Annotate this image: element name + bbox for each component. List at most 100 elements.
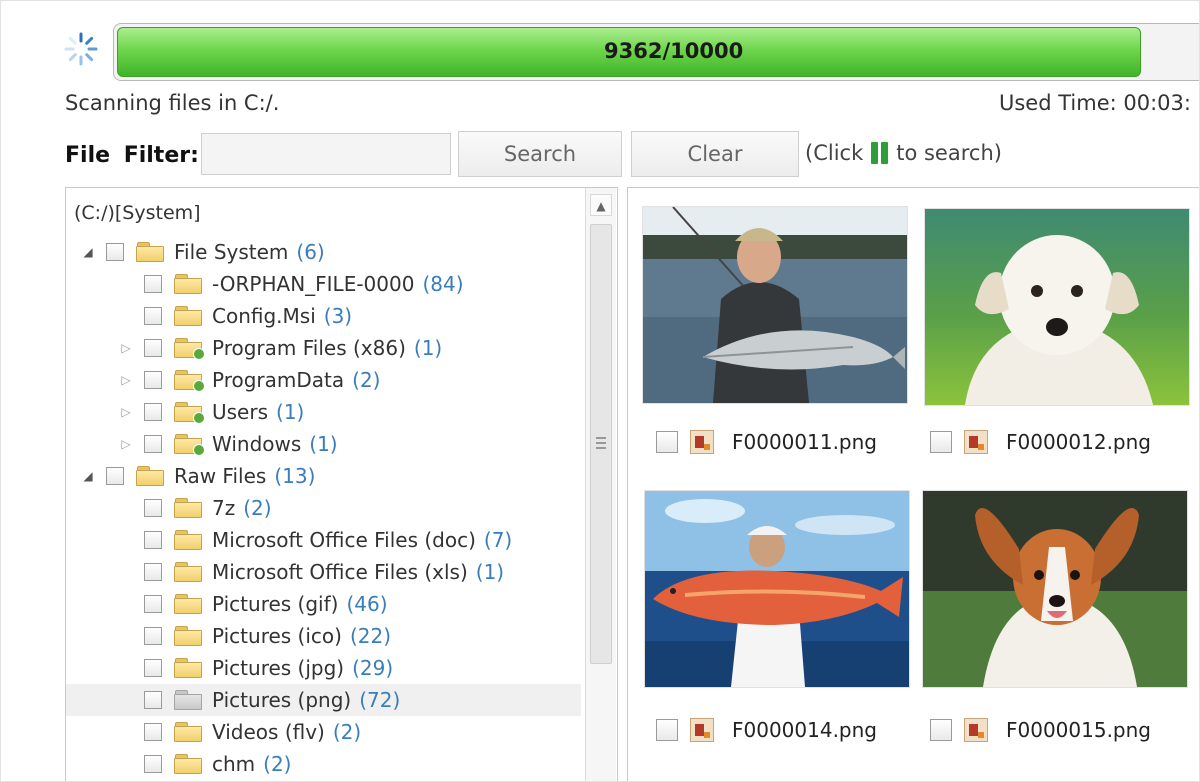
- scan-status-text: Scanning files in C:/.: [65, 91, 280, 115]
- collapsed-arrow-icon[interactable]: ▷: [116, 437, 136, 451]
- thumbnail-fisherman-holding-fish[interactable]: [642, 206, 908, 404]
- tree-item-checkbox[interactable]: [144, 275, 162, 293]
- tree-item-count: (7): [483, 528, 513, 552]
- tree-item-checkbox[interactable]: [106, 243, 124, 261]
- thumbnail-checkbox[interactable]: [656, 431, 678, 453]
- tree-item-label: Raw Files: [174, 464, 267, 488]
- search-button[interactable]: Search: [458, 131, 622, 177]
- tree-item-label: Pictures (gif): [212, 592, 339, 616]
- tree-item[interactable]: Pictures (gif) (46): [66, 588, 581, 620]
- tree-item-checkbox[interactable]: [144, 755, 162, 773]
- scroll-thumb[interactable]: [590, 224, 612, 664]
- tree-item-count: (2): [243, 496, 272, 520]
- tree-item-checkbox[interactable]: [144, 403, 162, 421]
- tree-item-checkbox[interactable]: [144, 339, 162, 357]
- tree-item-checkbox[interactable]: [144, 307, 162, 325]
- tree-item[interactable]: Pictures (ico) (22): [66, 620, 581, 652]
- png-file-icon: [964, 430, 988, 454]
- tree-item-count: (13): [274, 464, 316, 488]
- tree-item[interactable]: ▷ Program Files (x86) (1): [66, 332, 581, 364]
- tree-item-count: (84): [422, 272, 464, 296]
- tree-item-count: (22): [349, 624, 392, 648]
- tree-item[interactable]: ◢ File System (6): [66, 236, 581, 268]
- tree-item-count: (6): [296, 240, 325, 264]
- tree-item-count: (1): [276, 400, 305, 424]
- tree-item[interactable]: Microsoft Office Files (doc) (7): [66, 524, 581, 556]
- thumbnail-filename: F0000014.png: [732, 718, 877, 742]
- tree-item-label: chm: [212, 752, 256, 776]
- tree-item[interactable]: ▷ Windows (1): [66, 428, 581, 460]
- collapsed-arrow-icon[interactable]: ▷: [116, 405, 136, 419]
- app-window: 9362/10000 Scanning files in C:/. Used T…: [0, 0, 1200, 782]
- tree-item-checkbox[interactable]: [144, 691, 162, 709]
- thumbnail-checkbox[interactable]: [656, 719, 678, 741]
- tree-item[interactable]: Pictures (jpg) (29): [66, 652, 581, 684]
- tree-item-checkbox[interactable]: [144, 595, 162, 613]
- tree-item-checkbox[interactable]: [144, 627, 162, 645]
- scan-progress-bar: 9362/10000: [113, 23, 1199, 81]
- folder-grey-icon: [174, 690, 202, 710]
- tree-item[interactable]: ▷ ProgramData (2): [66, 364, 581, 396]
- tree-item[interactable]: Config.Msi (3): [66, 300, 581, 332]
- tree-item-count: (46): [346, 592, 388, 616]
- folder-icon: [174, 530, 202, 550]
- tree-item[interactable]: Microsoft Office Files (xls) (1): [66, 556, 581, 588]
- tree-item-checkbox[interactable]: [144, 531, 162, 549]
- tree-item-checkbox[interactable]: [144, 371, 162, 389]
- tree-item[interactable]: Pictures (png) (72): [66, 684, 581, 716]
- folder-tree-panel[interactable]: (C:/)[System] ◢ File System (6) -ORPHAN_FIL…: [65, 187, 618, 781]
- tree-item-checkbox[interactable]: [144, 499, 162, 517]
- folder-icon: [174, 498, 202, 518]
- thumbnail-checkbox[interactable]: [930, 719, 952, 741]
- used-time-text: Used Time: 00:03:: [999, 91, 1191, 115]
- clear-button[interactable]: Clear: [631, 131, 799, 177]
- file-filter-input[interactable]: [201, 133, 451, 175]
- tree-item-count: (2): [352, 368, 381, 392]
- thumbnail-papillon-dog[interactable]: [922, 490, 1188, 688]
- png-file-icon: [964, 718, 988, 742]
- expanded-arrow-icon[interactable]: ◢: [78, 245, 98, 259]
- tree-item-checkbox[interactable]: [106, 467, 124, 485]
- folder-badge-icon: [174, 402, 205, 424]
- tree-item[interactable]: Videos (flv) (2): [66, 716, 581, 748]
- scroll-up-arrow-icon[interactable]: ▲: [590, 194, 612, 216]
- collapsed-arrow-icon[interactable]: ▷: [116, 341, 136, 355]
- thumbnail-caption: F0000015.png: [930, 718, 1151, 742]
- tree-item[interactable]: ▷ Users (1): [66, 396, 581, 428]
- tree-item-count: (29): [352, 656, 394, 680]
- thumbnail-caption: F0000011.png: [656, 430, 877, 454]
- collapsed-arrow-icon[interactable]: ▷: [116, 373, 136, 387]
- folder-badge-icon: [174, 434, 205, 456]
- tree-item-count: (72): [359, 688, 401, 712]
- tree-item-label: Microsoft Office Files (doc): [212, 528, 476, 552]
- thumbnail-man-holding-red-fish[interactable]: [644, 490, 910, 688]
- tree-item-label: Microsoft Office Files (xls): [212, 560, 468, 584]
- tree-item-label: Users: [212, 400, 269, 424]
- tree-item-label: Pictures (png): [212, 688, 352, 712]
- thumbnail-white-puppy[interactable]: [924, 208, 1190, 406]
- tree-item-checkbox[interactable]: [144, 723, 162, 741]
- tree-item-count: (2): [332, 720, 362, 744]
- tree-item[interactable]: ◢ Raw Files (13): [66, 460, 581, 492]
- png-file-icon: [690, 430, 714, 454]
- tree-item-count: (1): [475, 560, 505, 584]
- tree-item-checkbox[interactable]: [144, 563, 162, 581]
- tree-item[interactable]: 7z (2): [66, 492, 581, 524]
- folder-icon: [174, 274, 202, 294]
- folder-icon: [174, 594, 202, 614]
- tree-item-checkbox[interactable]: [144, 659, 162, 677]
- loading-spinner-icon: [64, 32, 98, 66]
- tree-item-count: (3): [323, 304, 353, 328]
- tree-item-checkbox[interactable]: [144, 435, 162, 453]
- tree-item-label: Videos (flv): [212, 720, 325, 744]
- tree-item[interactable]: chm (2): [66, 748, 581, 780]
- thumbnail-filename: F0000011.png: [732, 430, 877, 454]
- tree-scrollbar[interactable]: ▲: [585, 188, 616, 781]
- folder-icon: [136, 466, 164, 486]
- tree-item[interactable]: -ORPHAN_FILE-0000 (84): [66, 268, 581, 300]
- tree-item-label: 7z: [212, 496, 236, 520]
- tree-item-label: Windows: [212, 432, 302, 456]
- thumbnail-checkbox[interactable]: [930, 431, 952, 453]
- tree-item-label: ProgramData: [212, 368, 345, 392]
- expanded-arrow-icon[interactable]: ◢: [78, 469, 98, 483]
